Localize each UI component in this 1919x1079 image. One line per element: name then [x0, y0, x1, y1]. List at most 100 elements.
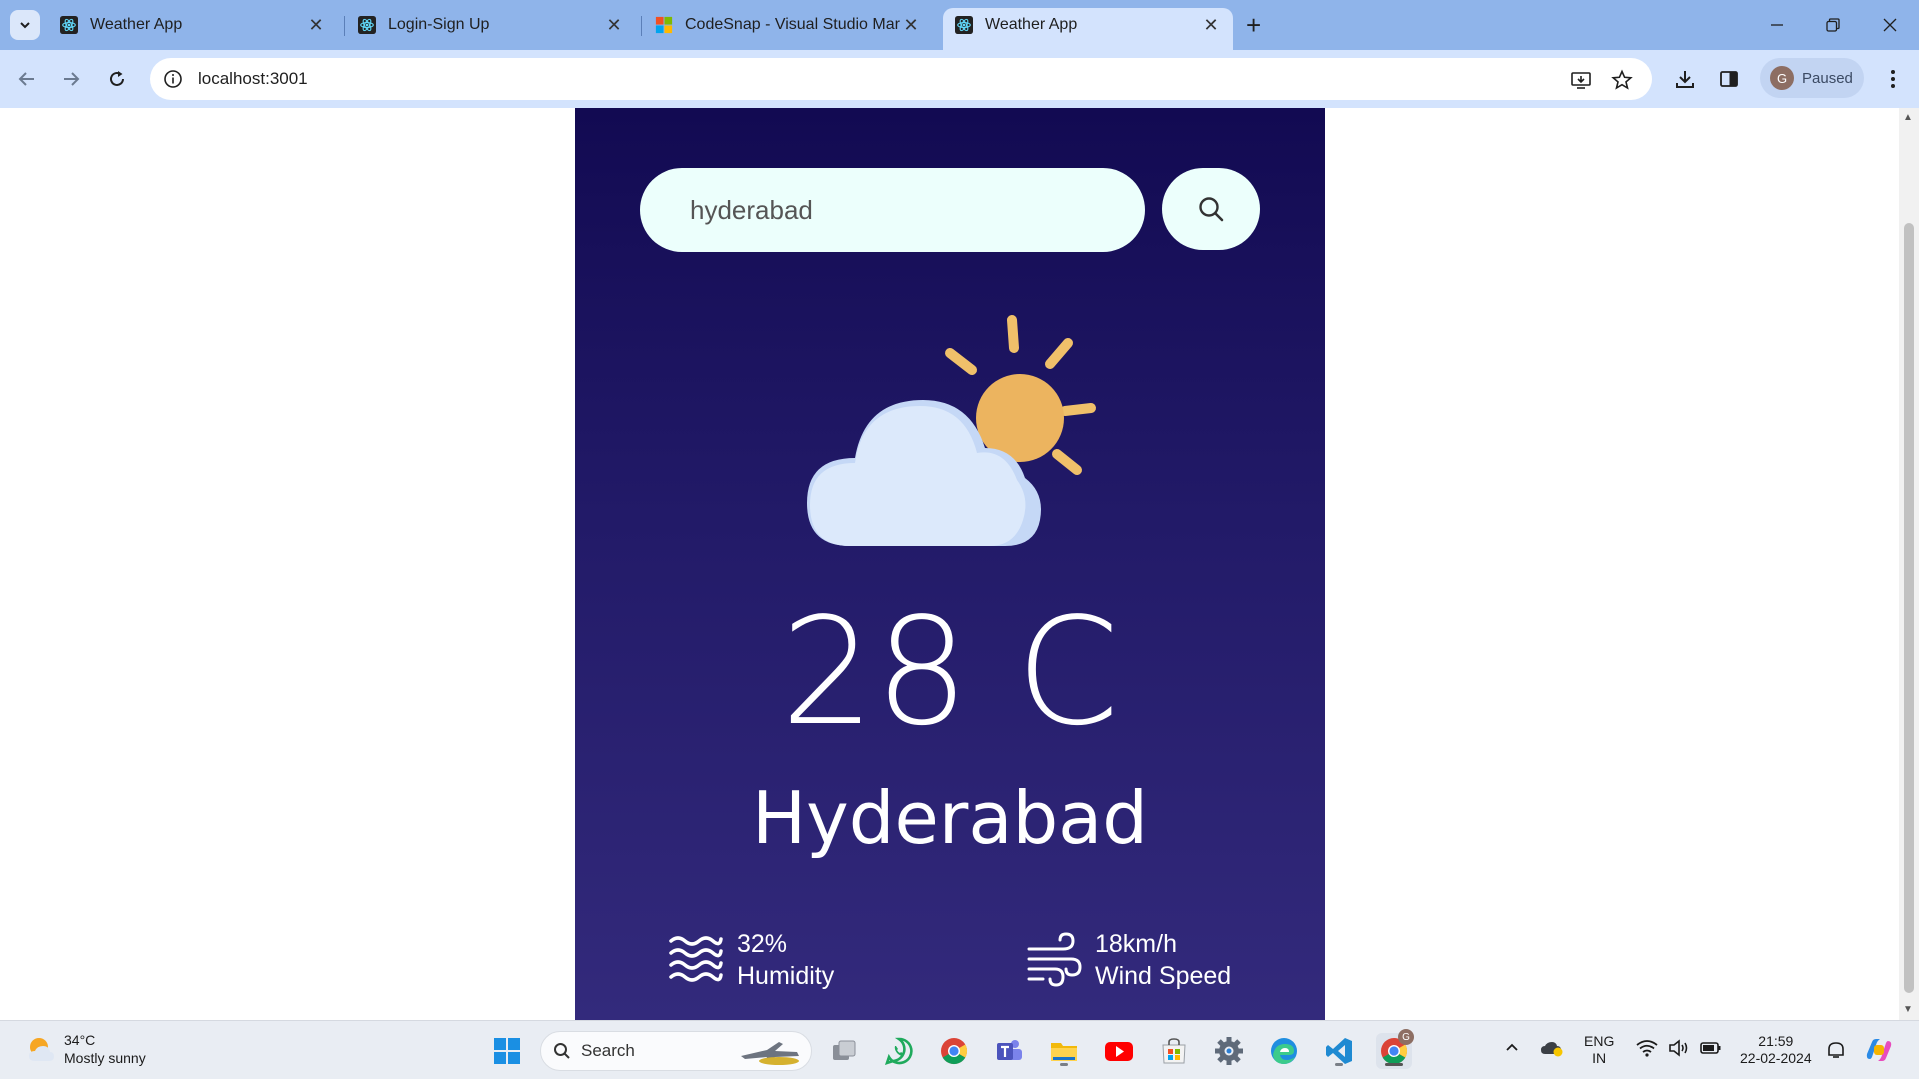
- notifications-button[interactable]: [1825, 1039, 1847, 1065]
- file-explorer-button[interactable]: [1046, 1033, 1082, 1069]
- settings-button[interactable]: [1211, 1033, 1247, 1069]
- whatsapp-icon: [884, 1037, 913, 1066]
- tab-separator: [641, 16, 642, 36]
- notification-settings-icon: [1828, 1042, 1844, 1058]
- tab-strip: Weather App ✕ Login-Sign Up ✕ CodeSnap -…: [0, 0, 1919, 50]
- taskbar-search[interactable]: Search: [540, 1031, 812, 1071]
- close-icon[interactable]: ✕: [901, 15, 921, 36]
- menu-button[interactable]: [1878, 64, 1908, 94]
- search-icon: [554, 1043, 570, 1059]
- chrome-profile-button[interactable]: G: [1376, 1029, 1414, 1069]
- info-icon[interactable]: [162, 68, 184, 90]
- youtube-icon: [1105, 1042, 1133, 1061]
- page-viewport: 28 C Hyderabad 32% Humidity: [0, 108, 1899, 1020]
- microsoft-store-button[interactable]: [1156, 1033, 1192, 1069]
- region-code: IN: [1592, 1050, 1607, 1066]
- store-icon: [1162, 1038, 1186, 1064]
- task-view-button[interactable]: [826, 1033, 862, 1069]
- tab-title: CodeSnap - Visual Studio Mark: [685, 16, 901, 33]
- taskbar-weather-widget[interactable]: 34°C Mostly sunny: [26, 1031, 146, 1067]
- active-indicator: [1385, 1063, 1403, 1066]
- close-icon[interactable]: ✕: [306, 15, 326, 36]
- chevron-up-icon: [1506, 1043, 1518, 1051]
- minimize-icon: [1771, 24, 1783, 26]
- wind-icon: [1027, 932, 1082, 987]
- tab-codesnap[interactable]: CodeSnap - Visual Studio Mark ✕: [643, 8, 933, 42]
- close-icon: [1883, 18, 1897, 32]
- teams-button[interactable]: [991, 1033, 1027, 1069]
- star-icon[interactable]: [1611, 69, 1633, 91]
- clock-date: 22-02-2024: [1740, 1050, 1812, 1066]
- folder-icon: [1051, 1043, 1077, 1061]
- tab-title: Weather App: [90, 16, 183, 33]
- install-app-icon[interactable]: [1570, 69, 1592, 91]
- copilot-icon: [1866, 1039, 1892, 1061]
- url-text[interactable]: localhost:3001: [198, 69, 308, 89]
- whatsapp-button[interactable]: [881, 1033, 917, 1069]
- gear-icon: [1215, 1037, 1243, 1065]
- copilot-button[interactable]: [1864, 1035, 1894, 1069]
- avatar: G: [1770, 66, 1794, 90]
- side-panel-button[interactable]: [1714, 64, 1744, 94]
- new-tab-button[interactable]: +: [1246, 12, 1261, 38]
- scroll-down-icon[interactable]: ▼: [1903, 1004, 1913, 1015]
- tab-title: Login-Sign Up: [388, 16, 490, 33]
- chrome-icon: [941, 1038, 968, 1065]
- scroll-up-icon[interactable]: ▲: [1903, 112, 1913, 123]
- tab-separator: [344, 16, 345, 36]
- downloads-button[interactable]: [1670, 64, 1700, 94]
- partly-cloudy-icon: [807, 315, 1096, 546]
- start-button[interactable]: [489, 1033, 525, 1069]
- volume-icon: [1669, 1039, 1688, 1057]
- scroll-thumb[interactable]: [1904, 223, 1914, 993]
- quick-settings-button[interactable]: [1636, 1039, 1722, 1057]
- forward-button[interactable]: [56, 64, 86, 94]
- search-button[interactable]: [1162, 168, 1260, 250]
- restore-button[interactable]: [1818, 10, 1848, 40]
- running-indicator: [1060, 1063, 1068, 1066]
- wind-label: Wind Speed: [1095, 962, 1232, 990]
- reload-icon: [110, 71, 124, 86]
- task-view-icon: [833, 1040, 856, 1060]
- close-window-button[interactable]: [1875, 10, 1905, 40]
- humidity-text: 32% Humidity: [737, 928, 834, 992]
- vscode-icon: [1326, 1038, 1352, 1064]
- city-search-input[interactable]: [640, 168, 1145, 252]
- tab-weather-app-active[interactable]: Weather App ✕: [943, 8, 1233, 50]
- language-indicator[interactable]: ENG IN: [1584, 1033, 1614, 1067]
- kebab-menu-icon: [1891, 70, 1895, 88]
- edge-button[interactable]: [1266, 1033, 1302, 1069]
- onedrive-tray-button[interactable]: [1540, 1039, 1564, 1061]
- youtube-button[interactable]: [1101, 1033, 1137, 1069]
- profile-button[interactable]: G Paused: [1760, 58, 1864, 98]
- reload-button[interactable]: [102, 64, 132, 94]
- weather-condition: Mostly sunny: [64, 1050, 146, 1066]
- humidity-icon: [669, 936, 723, 982]
- tab-login-sign-up[interactable]: Login-Sign Up ✕: [346, 8, 636, 42]
- react-icon: [955, 16, 973, 34]
- chrome-button[interactable]: [936, 1033, 972, 1069]
- wifi-icon: [1636, 1040, 1658, 1057]
- back-button[interactable]: [12, 64, 42, 94]
- search-highlight-icon: [741, 1042, 799, 1065]
- minimize-button[interactable]: [1762, 10, 1792, 40]
- search-label: Search: [581, 1041, 635, 1060]
- city-name: Hyderabad: [752, 776, 1148, 860]
- vscode-button[interactable]: [1321, 1033, 1357, 1069]
- humidity-metric: 32% Humidity: [667, 928, 834, 992]
- running-indicator: [1335, 1063, 1343, 1066]
- side-panel-icon: [1720, 71, 1738, 87]
- tab-search-button[interactable]: [10, 10, 40, 40]
- teams-icon: [997, 1040, 1022, 1060]
- close-icon[interactable]: ✕: [1201, 15, 1221, 36]
- address-bar[interactable]: localhost:3001: [150, 58, 1652, 100]
- page-scrollbar[interactable]: ▲ ▼: [1899, 108, 1919, 1020]
- wind-text: 18km/h Wind Speed: [1095, 928, 1231, 992]
- onedrive-icon: [1541, 1042, 1563, 1057]
- windows-taskbar: 34°C Mostly sunny Search G ENG IN 21:59 …: [0, 1020, 1919, 1079]
- wind-metric: 18km/h Wind Speed: [1025, 928, 1231, 992]
- tab-weather-app-1[interactable]: Weather App ✕: [48, 8, 338, 42]
- show-hidden-icons-button[interactable]: [1504, 1039, 1520, 1059]
- clock[interactable]: 21:59 22-02-2024: [1740, 1033, 1812, 1067]
- close-icon[interactable]: ✕: [604, 15, 624, 36]
